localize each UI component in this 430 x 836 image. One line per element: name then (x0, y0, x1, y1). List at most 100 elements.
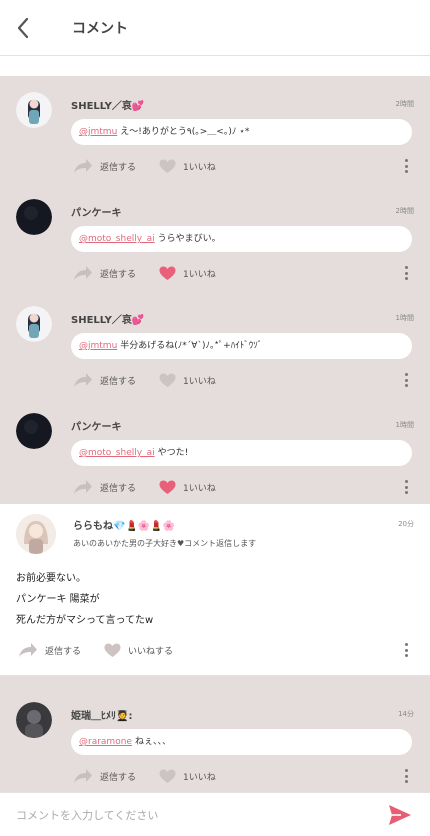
mention-link[interactable]: @moto_shelly_ai (79, 234, 155, 244)
heart-filled-icon (159, 266, 176, 280)
reply-text: ねぇ、、、 (134, 737, 171, 747)
reply-bubble: @moto_shelly_ai うらやまびい。 (71, 226, 412, 252)
timestamp: 14分 (398, 710, 414, 718)
reply-text: え〜!ありがとう٩(｡>＿<｡)ﾉ ⋆* (120, 127, 250, 137)
comment-input[interactable] (16, 803, 366, 827)
more-options-button[interactable] (399, 159, 413, 173)
chevron-left-icon (17, 17, 29, 39)
comment-body: お前必要ない。 パンケーキ 陽菜が 死んだ方がマシって言ってたw (16, 568, 153, 631)
reply-button[interactable]: 返信する (73, 156, 136, 176)
avatar[interactable] (16, 702, 52, 738)
like-button[interactable]: 1いいね (159, 766, 216, 786)
commenter-name[interactable]: SHELLY／哀💕 (71, 97, 144, 112)
send-icon (389, 805, 411, 825)
reply-label: 返信する (100, 772, 137, 783)
heart-icon (104, 643, 121, 657)
mention-link[interactable]: @moto_shelly_ai (79, 448, 155, 458)
reply-button[interactable]: 返信する (73, 263, 136, 283)
avatar[interactable] (16, 514, 56, 554)
commenter-name[interactable]: SHELLY／哀💕 (71, 311, 144, 326)
more-options-button[interactable] (399, 643, 413, 657)
reply-actions: 返信する 1いいね (73, 370, 413, 390)
avatar[interactable] (16, 306, 52, 342)
like-button[interactable]: いいねする (104, 640, 173, 660)
reply-text: 半分あげるね(ﾉ*´∀`)ﾉ｡*ﾟ+ﾊｲﾄﾞｳｿﾞ (120, 341, 263, 351)
mention-link[interactable]: @raramone (79, 737, 132, 747)
timestamp: 2時間 (395, 207, 414, 215)
reply-arrow-icon (74, 769, 92, 783)
back-button[interactable] (10, 14, 36, 42)
reply-actions: 返信する 1いいね (73, 263, 413, 283)
reply-arrow-icon (19, 643, 37, 657)
reply-arrow-icon (74, 373, 92, 387)
heart-icon (159, 769, 176, 783)
like-count: 1いいね (183, 269, 216, 280)
commenter-name[interactable]: 姫瑞＿ﾋﾒﾘ🧑‍🎓: (71, 707, 132, 722)
reply-bubble: @jmtmu 半分あげるね(ﾉ*´∀`)ﾉ｡*ﾟ+ﾊｲﾄﾞｳｿﾞ (71, 333, 412, 359)
more-options-button[interactable] (399, 266, 413, 280)
heart-filled-icon (159, 480, 176, 494)
mention-link[interactable]: @jmtmu (79, 127, 117, 137)
reply-bubble: @jmtmu え〜!ありがとう٩(｡>＿<｡)ﾉ ⋆* (71, 119, 412, 145)
reply-actions: 返信する 1いいね (73, 766, 413, 786)
reply-label: 返信する (100, 269, 137, 280)
like-count: 1いいね (183, 772, 216, 783)
reply-button[interactable]: 返信する (18, 640, 81, 660)
top-bar: コメント (0, 0, 430, 56)
comment-item: ららもね💎💄🌸💄🌸 20分 あいのあいかた男の子大好き♥コメント返信します お前… (0, 504, 430, 676)
page-title: コメント (72, 21, 128, 37)
comment-line: お前必要ない。 (16, 573, 86, 584)
like-button[interactable]: 1いいね (159, 477, 216, 497)
reply-arrow-icon (74, 266, 92, 280)
reply-label: 返信する (100, 376, 137, 387)
reply-item: SHELLY／哀💕 1時間 @jmtmu 半分あげるね(ﾉ*´∀`)ﾉ｡*ﾟ+ﾊｲ… (0, 290, 430, 397)
comment-line: パンケーキ 陽菜が (16, 594, 100, 605)
like-label: いいねする (128, 646, 174, 657)
commenter-name[interactable]: パンケーキ (71, 418, 122, 433)
reply-arrow-icon (74, 480, 92, 494)
reply-arrow-icon (74, 159, 92, 173)
heart-icon (159, 373, 176, 387)
reply-bubble: @moto_shelly_ai やつた! (71, 440, 412, 466)
more-options-button[interactable] (399, 769, 413, 783)
like-button[interactable]: 1いいね (159, 263, 216, 283)
commenter-bio: あいのあいかた男の子大好き♥コメント返信します (73, 539, 257, 548)
reply-label: 返信する (100, 162, 137, 173)
like-button[interactable]: 1いいね (159, 156, 216, 176)
more-options-button[interactable] (399, 480, 413, 494)
reply-item: パンケーキ 1時間 @moto_shelly_ai やつた! 返信する 1いいね (0, 397, 430, 504)
more-options-button[interactable] (399, 373, 413, 387)
timestamp: 2時間 (395, 100, 414, 108)
comment-input-bar (0, 792, 430, 836)
avatar[interactable] (16, 413, 52, 449)
avatar[interactable] (16, 199, 52, 235)
comment-list[interactable]: SHELLY／哀💕 2時間 @jmtmu え〜!ありがとう٩(｡>＿<｡)ﾉ ⋆*… (0, 76, 430, 792)
reply-button[interactable]: 返信する (73, 766, 136, 786)
reply-button[interactable]: 返信する (73, 370, 136, 390)
like-count: 1いいね (183, 376, 216, 387)
timestamp: 1時間 (395, 421, 414, 429)
heart-icon (159, 159, 176, 173)
reply-bubble: @raramone ねぇ、、、 (71, 729, 412, 755)
commenter-name[interactable]: ららもね💎💄🌸💄🌸 (73, 517, 175, 532)
send-button[interactable] (386, 802, 414, 828)
reply-text: うらやまびい。 (157, 234, 221, 244)
avatar[interactable] (16, 92, 52, 128)
reply-label: 返信する (45, 646, 82, 657)
reply-actions: 返信する 1いいね (73, 477, 413, 497)
mention-link[interactable]: @jmtmu (79, 341, 117, 351)
comment-line: 死んだ方がマシって言ってたw (16, 615, 154, 626)
like-count: 1いいね (183, 162, 216, 173)
reply-button[interactable]: 返信する (73, 477, 136, 497)
reply-item: 姫瑞＿ﾋﾒﾘ🧑‍🎓: 14分 @raramone ねぇ、、、 返信する 1いいね (0, 686, 430, 792)
section-gap (0, 676, 430, 686)
top-divider-strip (0, 56, 430, 76)
reply-text: やつた! (157, 448, 189, 458)
reply-item: パンケーキ 2時間 @moto_shelly_ai うらやまびい。 返信する 1い… (0, 183, 430, 290)
commenter-name[interactable]: パンケーキ (71, 204, 122, 219)
timestamp: 20分 (398, 520, 414, 528)
reply-actions: 返信する 1いいね (73, 156, 413, 176)
timestamp: 1時間 (395, 314, 414, 322)
like-button[interactable]: 1いいね (159, 370, 216, 390)
like-count: 1いいね (183, 483, 216, 494)
